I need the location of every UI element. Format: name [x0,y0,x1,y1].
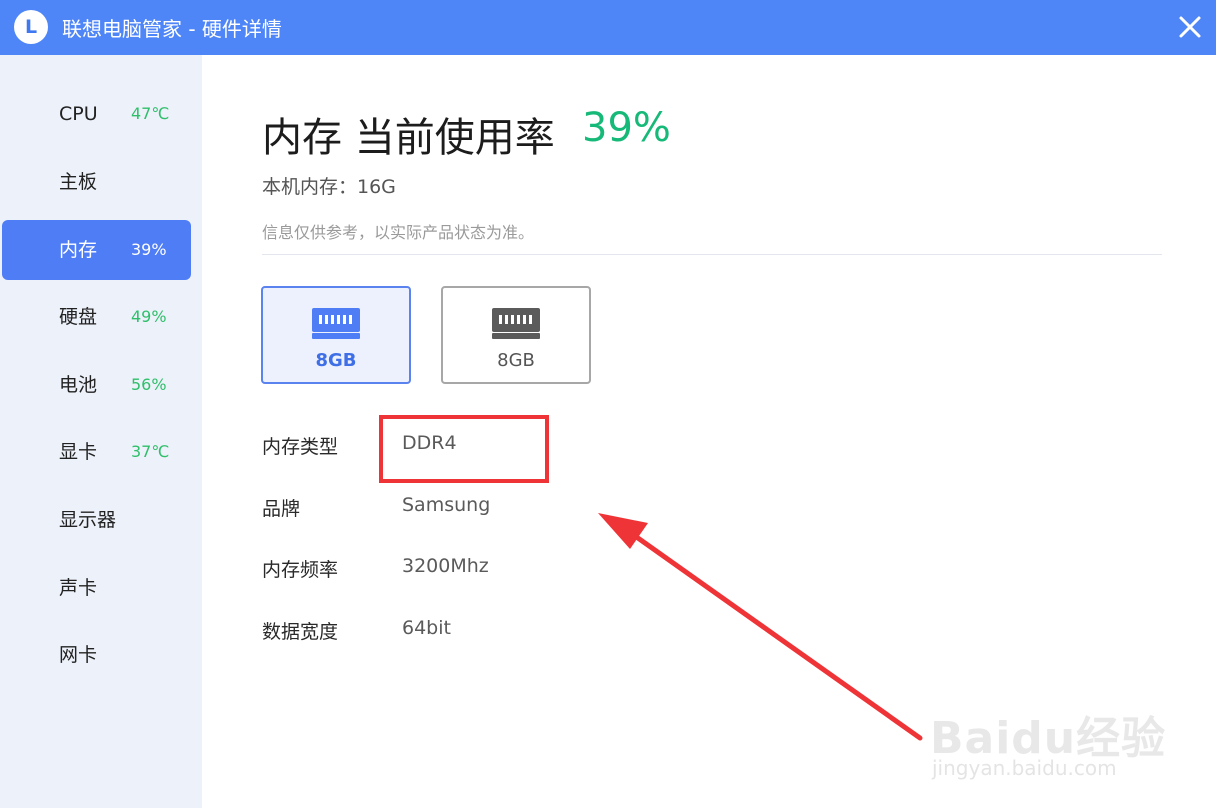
memory-module-icon [492,308,540,339]
total-memory-text: 本机内存：16G [262,176,396,198]
sidebar-item-label: 声卡 [59,577,98,599]
spec-row-brand: 品牌 Samsung [262,494,862,524]
memory-slot-2-card[interactable]: 8GB [441,286,591,384]
sidebar-item-network-card[interactable]: 网卡 [2,625,191,685]
sidebar-item-display[interactable]: 显示器 [2,490,191,550]
sidebar-item-motherboard[interactable]: 主板 [2,152,191,212]
slot-capacity-label: 8GB [315,350,357,371]
sidebar-item-battery[interactable]: 电池 56% [2,355,191,415]
spec-key: 品牌 [262,498,301,520]
spec-row-frequency: 内存频率 3200Mhz [262,555,862,585]
sidebar-item-label: CPU [59,103,98,125]
sidebar-item-label: 硬盘 [59,306,98,328]
usage-percent: 39% [582,105,671,151]
sidebar-item-label: 内存 [59,239,98,261]
sidebar-item-value: 39% [131,240,167,259]
highlight-box [379,415,549,483]
window-title: 联想电脑管家 - 硬件详情 [62,17,282,41]
sidebar-item-sound-card[interactable]: 声卡 [2,558,191,618]
sidebar-item-label: 电池 [59,374,98,396]
sidebar-item-gpu[interactable]: 显卡 37℃ [2,422,191,482]
sidebar-item-memory[interactable]: 内存 39% [2,220,191,280]
disclaimer-text: 信息仅供参考，以实际产品状态为准。 [262,223,535,242]
sidebar-item-value: 56% [131,375,167,394]
lenovo-l-logo-icon: L [24,16,38,38]
sidebar-item-label: 网卡 [59,644,98,666]
app-logo: L [14,10,48,44]
spec-value: Samsung [402,494,491,516]
memory-module-icon [312,308,360,339]
sidebar-item-label: 显示器 [59,509,117,531]
sidebar-item-label: 主板 [59,171,98,193]
sidebar: CPU 47℃ 主板 内存 39% 硬盘 49% 电池 56% 显卡 37℃ 显… [0,55,202,808]
close-icon [1179,16,1201,38]
sidebar-item-cpu[interactable]: CPU 47℃ [2,84,191,144]
sidebar-item-value: 49% [131,307,167,326]
spec-value: 64bit [402,617,451,639]
close-button[interactable] [1172,9,1208,45]
sidebar-item-label: 显卡 [59,441,98,463]
spec-row-memory-type: 内存类型 DDR4 [262,432,862,462]
divider [262,254,1162,255]
title-bar: L 联想电脑管家 - 硬件详情 [0,0,1216,55]
watermark: Baidu经验 jingyan.baidu.com [930,668,1190,788]
sidebar-item-value: 47℃ [131,104,170,123]
page-title: 内存 当前使用率 [262,115,555,161]
spec-row-data-width: 数据宽度 64bit [262,617,862,647]
sidebar-item-value: 37℃ [131,442,170,461]
slot-capacity-label: 8GB [497,350,535,371]
spec-key: 内存频率 [262,559,339,581]
watermark-url: jingyan.baidu.com [932,756,1117,780]
spec-key: 内存类型 [262,436,339,458]
spec-value: 3200Mhz [402,555,489,577]
sidebar-item-disk[interactable]: 硬盘 49% [2,287,191,347]
spec-key: 数据宽度 [262,621,339,643]
memory-slot-1-card[interactable]: 8GB [261,286,411,384]
